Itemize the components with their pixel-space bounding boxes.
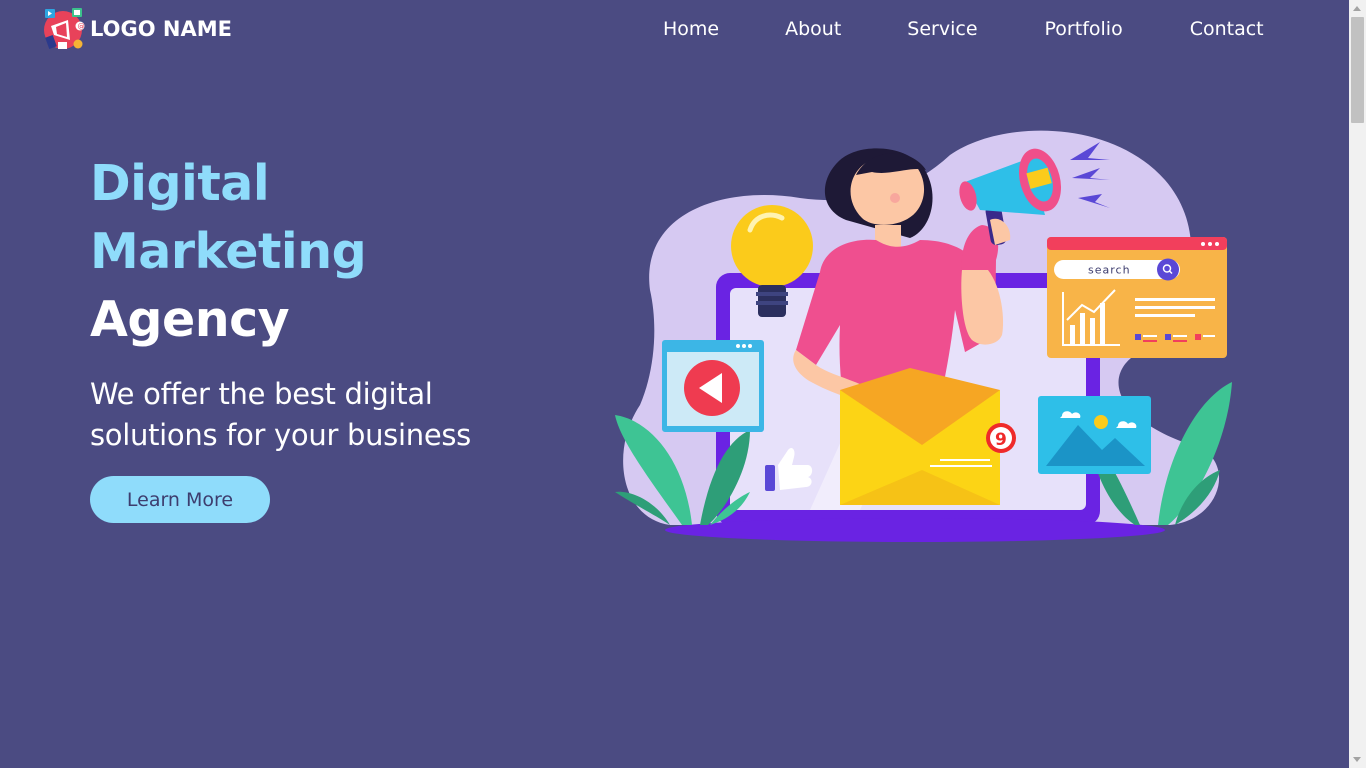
scroll-up-icon[interactable] [1353,6,1361,11]
hero-title-line-1: Digital [90,155,270,212]
nav-link-portfolio[interactable]: Portfolio [1045,18,1123,40]
hero-text: Digital Marketing Agency We offer the be… [90,150,550,456]
logo-icon: @ [44,8,85,50]
main-nav: Home About Service Portfolio Contact [663,18,1264,40]
search-icon [1157,258,1179,281]
search-placeholder: search [1088,264,1131,277]
video-card [662,340,764,432]
scroll-down-icon[interactable] [1353,757,1361,762]
site-header: @ LOGO NAME Home About Service Portfolio… [0,0,1349,62]
image-icon [1038,396,1151,474]
nav-link-service[interactable]: Service [907,18,977,40]
nav-link-home[interactable]: Home [663,18,719,40]
svg-text:@: @ [78,22,85,30]
hero-title: Digital Marketing Agency [90,150,550,354]
page-scrollbar[interactable] [1349,0,1366,768]
nav-link-contact[interactable]: Contact [1190,18,1264,40]
logo[interactable]: @ LOGO NAME [42,6,232,52]
hero-subtitle-line-1: We offer the best digital [90,377,433,411]
notification-badge: 9 [995,430,1007,450]
hero-illustration: 9 search [615,130,1232,542]
analytics-panel: search [1047,237,1227,358]
scrollbar-thumb[interactable] [1351,17,1364,123]
logo-text: LOGO NAME [90,17,232,41]
hero-title-line-2: Marketing [90,223,367,280]
hero-title-line-3: Agency [90,291,290,348]
hero-subtitle-line-2: solutions for your business [90,418,471,452]
learn-more-button[interactable]: Learn More [90,476,270,523]
hero-subtitle: We offer the best digital solutions for … [90,374,550,456]
envelope-icon: 9 [840,368,1016,505]
nav-link-about[interactable]: About [785,18,841,40]
